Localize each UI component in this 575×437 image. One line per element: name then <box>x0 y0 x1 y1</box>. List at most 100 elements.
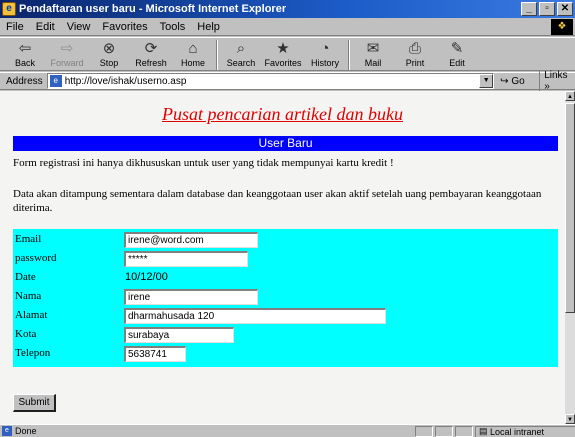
favorites-icon: ★ <box>276 40 290 57</box>
page-heading: Pusat pencarian artikel dan buku <box>162 104 403 124</box>
refresh-button[interactable]: ⟳ Refresh <box>130 38 172 72</box>
registration-form: Email password Date 10/12/00 Nama Alamat… <box>13 229 558 367</box>
page-icon: e <box>49 75 62 87</box>
status-bar: e Done ▤ Local intranet <box>0 424 575 437</box>
nama-label: Nama <box>15 290 42 302</box>
address-input[interactable]: e http://love/ishak/userno.asp ▼ <box>46 73 495 89</box>
menu-bar: File Edit View Favorites Tools Help ❖ <box>0 18 575 36</box>
menu-help[interactable]: Help <box>191 21 226 33</box>
alamat-label: Alamat <box>15 309 48 321</box>
status-cell <box>415 425 433 437</box>
menu-edit[interactable]: Edit <box>30 21 61 33</box>
home-icon: ⌂ <box>188 40 198 57</box>
history-label: History <box>310 58 339 68</box>
title-bar: e Pendaftaran user baru - Microsoft Inte… <box>0 0 575 18</box>
form-row-telepon: Telepon <box>13 345 558 363</box>
print-button[interactable]: ⎙ Print <box>394 38 436 72</box>
status-cell <box>455 425 473 437</box>
stop-label: Stop <box>99 58 119 68</box>
vertical-scrollbar[interactable]: ▲ ▼ <box>565 91 575 424</box>
kota-field[interactable] <box>124 327 234 343</box>
telepon-field[interactable] <box>124 346 186 362</box>
toolbar: ⇦ Back ⇨ Forward ⊗ Stop ⟳ Refresh ⌂ Home… <box>0 37 575 71</box>
home-button[interactable]: ⌂ Home <box>172 38 214 72</box>
go-label: Go <box>511 75 525 87</box>
password-field[interactable] <box>124 251 248 267</box>
section-banner: User Baru <box>13 136 558 151</box>
history-icon: ◔ <box>320 40 330 57</box>
forward-button[interactable]: ⇨ Forward <box>46 38 88 72</box>
zone-indicator: ▤ Local intranet <box>475 425 575 437</box>
toolbar-separator <box>348 40 350 70</box>
date-value: 10/12/00 <box>125 271 168 283</box>
search-label: Search <box>226 58 256 68</box>
mail-button[interactable]: ✉ Mail <box>352 38 394 72</box>
mail-label: Mail <box>364 58 382 68</box>
print-icon: ⎙ <box>408 40 421 57</box>
form-row-nama: Nama <box>13 288 558 306</box>
scroll-thumb[interactable] <box>565 103 575 313</box>
links-button[interactable]: Links » <box>539 70 575 92</box>
scroll-down-button[interactable]: ▼ <box>565 414 575 424</box>
mail-icon: ✉ <box>366 40 380 57</box>
form-row-email: Email <box>13 231 558 249</box>
form-row-alamat: Alamat <box>13 307 558 325</box>
date-label: Date <box>15 271 36 283</box>
intro-text: Form registrasi ini hanya dikhususkan un… <box>13 157 394 169</box>
print-label: Print <box>405 58 425 68</box>
edit-icon: ✎ <box>450 40 464 57</box>
search-icon: ⌕ <box>236 40 246 57</box>
edit-button[interactable]: ✎ Edit <box>436 38 478 72</box>
back-arrow-icon: ⇦ <box>18 40 32 57</box>
address-url: http://love/ishak/userno.asp <box>64 75 187 87</box>
alamat-field[interactable] <box>124 308 386 324</box>
minimize-button[interactable]: _ <box>521 2 537 16</box>
form-row-password: password <box>13 250 558 268</box>
home-label: Home <box>180 58 205 68</box>
menu-favorites[interactable]: Favorites <box>96 21 153 33</box>
go-arrow-icon: ↪ <box>500 75 509 87</box>
notice-text: Data akan ditampung sementara dalam data… <box>13 188 542 214</box>
toolbar-separator <box>216 40 218 70</box>
page-status-icon: e <box>2 426 12 436</box>
stop-icon: ⊗ <box>102 40 116 57</box>
status-text: Done <box>15 426 37 436</box>
search-button[interactable]: ⌕ Search <box>220 38 262 72</box>
edit-label: Edit <box>449 58 465 68</box>
intranet-icon: ▤ <box>479 426 491 436</box>
refresh-label: Refresh <box>135 58 167 68</box>
form-row-kota: Kota <box>13 326 558 344</box>
go-button[interactable]: ↪ Go <box>500 76 535 87</box>
history-button[interactable]: ◔ History <box>304 38 346 72</box>
forward-arrow-icon: ⇨ <box>60 40 74 57</box>
menu-tools[interactable]: Tools <box>154 21 192 33</box>
refresh-icon: ⟳ <box>144 40 158 57</box>
menu-view[interactable]: View <box>61 21 97 33</box>
favorites-label: Favorites <box>264 58 302 68</box>
windows-logo-icon: ❖ <box>551 19 573 35</box>
page-content: Pusat pencarian artikel dan buku User Ba… <box>0 91 565 424</box>
address-bar: Address e http://love/ishak/userno.asp ▼… <box>0 70 575 92</box>
address-label: Address <box>6 75 43 87</box>
back-button[interactable]: ⇦ Back <box>4 38 46 72</box>
telepon-label: Telepon <box>15 347 51 359</box>
stop-button[interactable]: ⊗ Stop <box>88 38 130 72</box>
favorites-button[interactable]: ★ Favorites <box>262 38 304 72</box>
window-title: Pendaftaran user baru - Microsoft Intern… <box>19 3 287 15</box>
close-button[interactable]: ✕ <box>557 2 573 16</box>
email-field[interactable] <box>124 232 258 248</box>
form-row-date: Date 10/12/00 <box>13 269 558 287</box>
back-label: Back <box>14 58 35 68</box>
nama-field[interactable] <box>124 289 258 305</box>
menu-file[interactable]: File <box>0 21 30 33</box>
submit-button[interactable]: Submit <box>13 394 56 412</box>
kota-label: Kota <box>15 328 37 340</box>
status-area: e Done <box>0 426 413 436</box>
forward-label: Forward <box>50 58 84 68</box>
email-label: Email <box>15 233 42 245</box>
address-dropdown-button[interactable]: ▼ <box>479 74 494 88</box>
status-cell <box>435 425 453 437</box>
zone-label: Local intranet <box>490 426 545 437</box>
scroll-up-button[interactable]: ▲ <box>565 91 575 101</box>
maximize-button[interactable]: ▫ <box>539 2 555 16</box>
